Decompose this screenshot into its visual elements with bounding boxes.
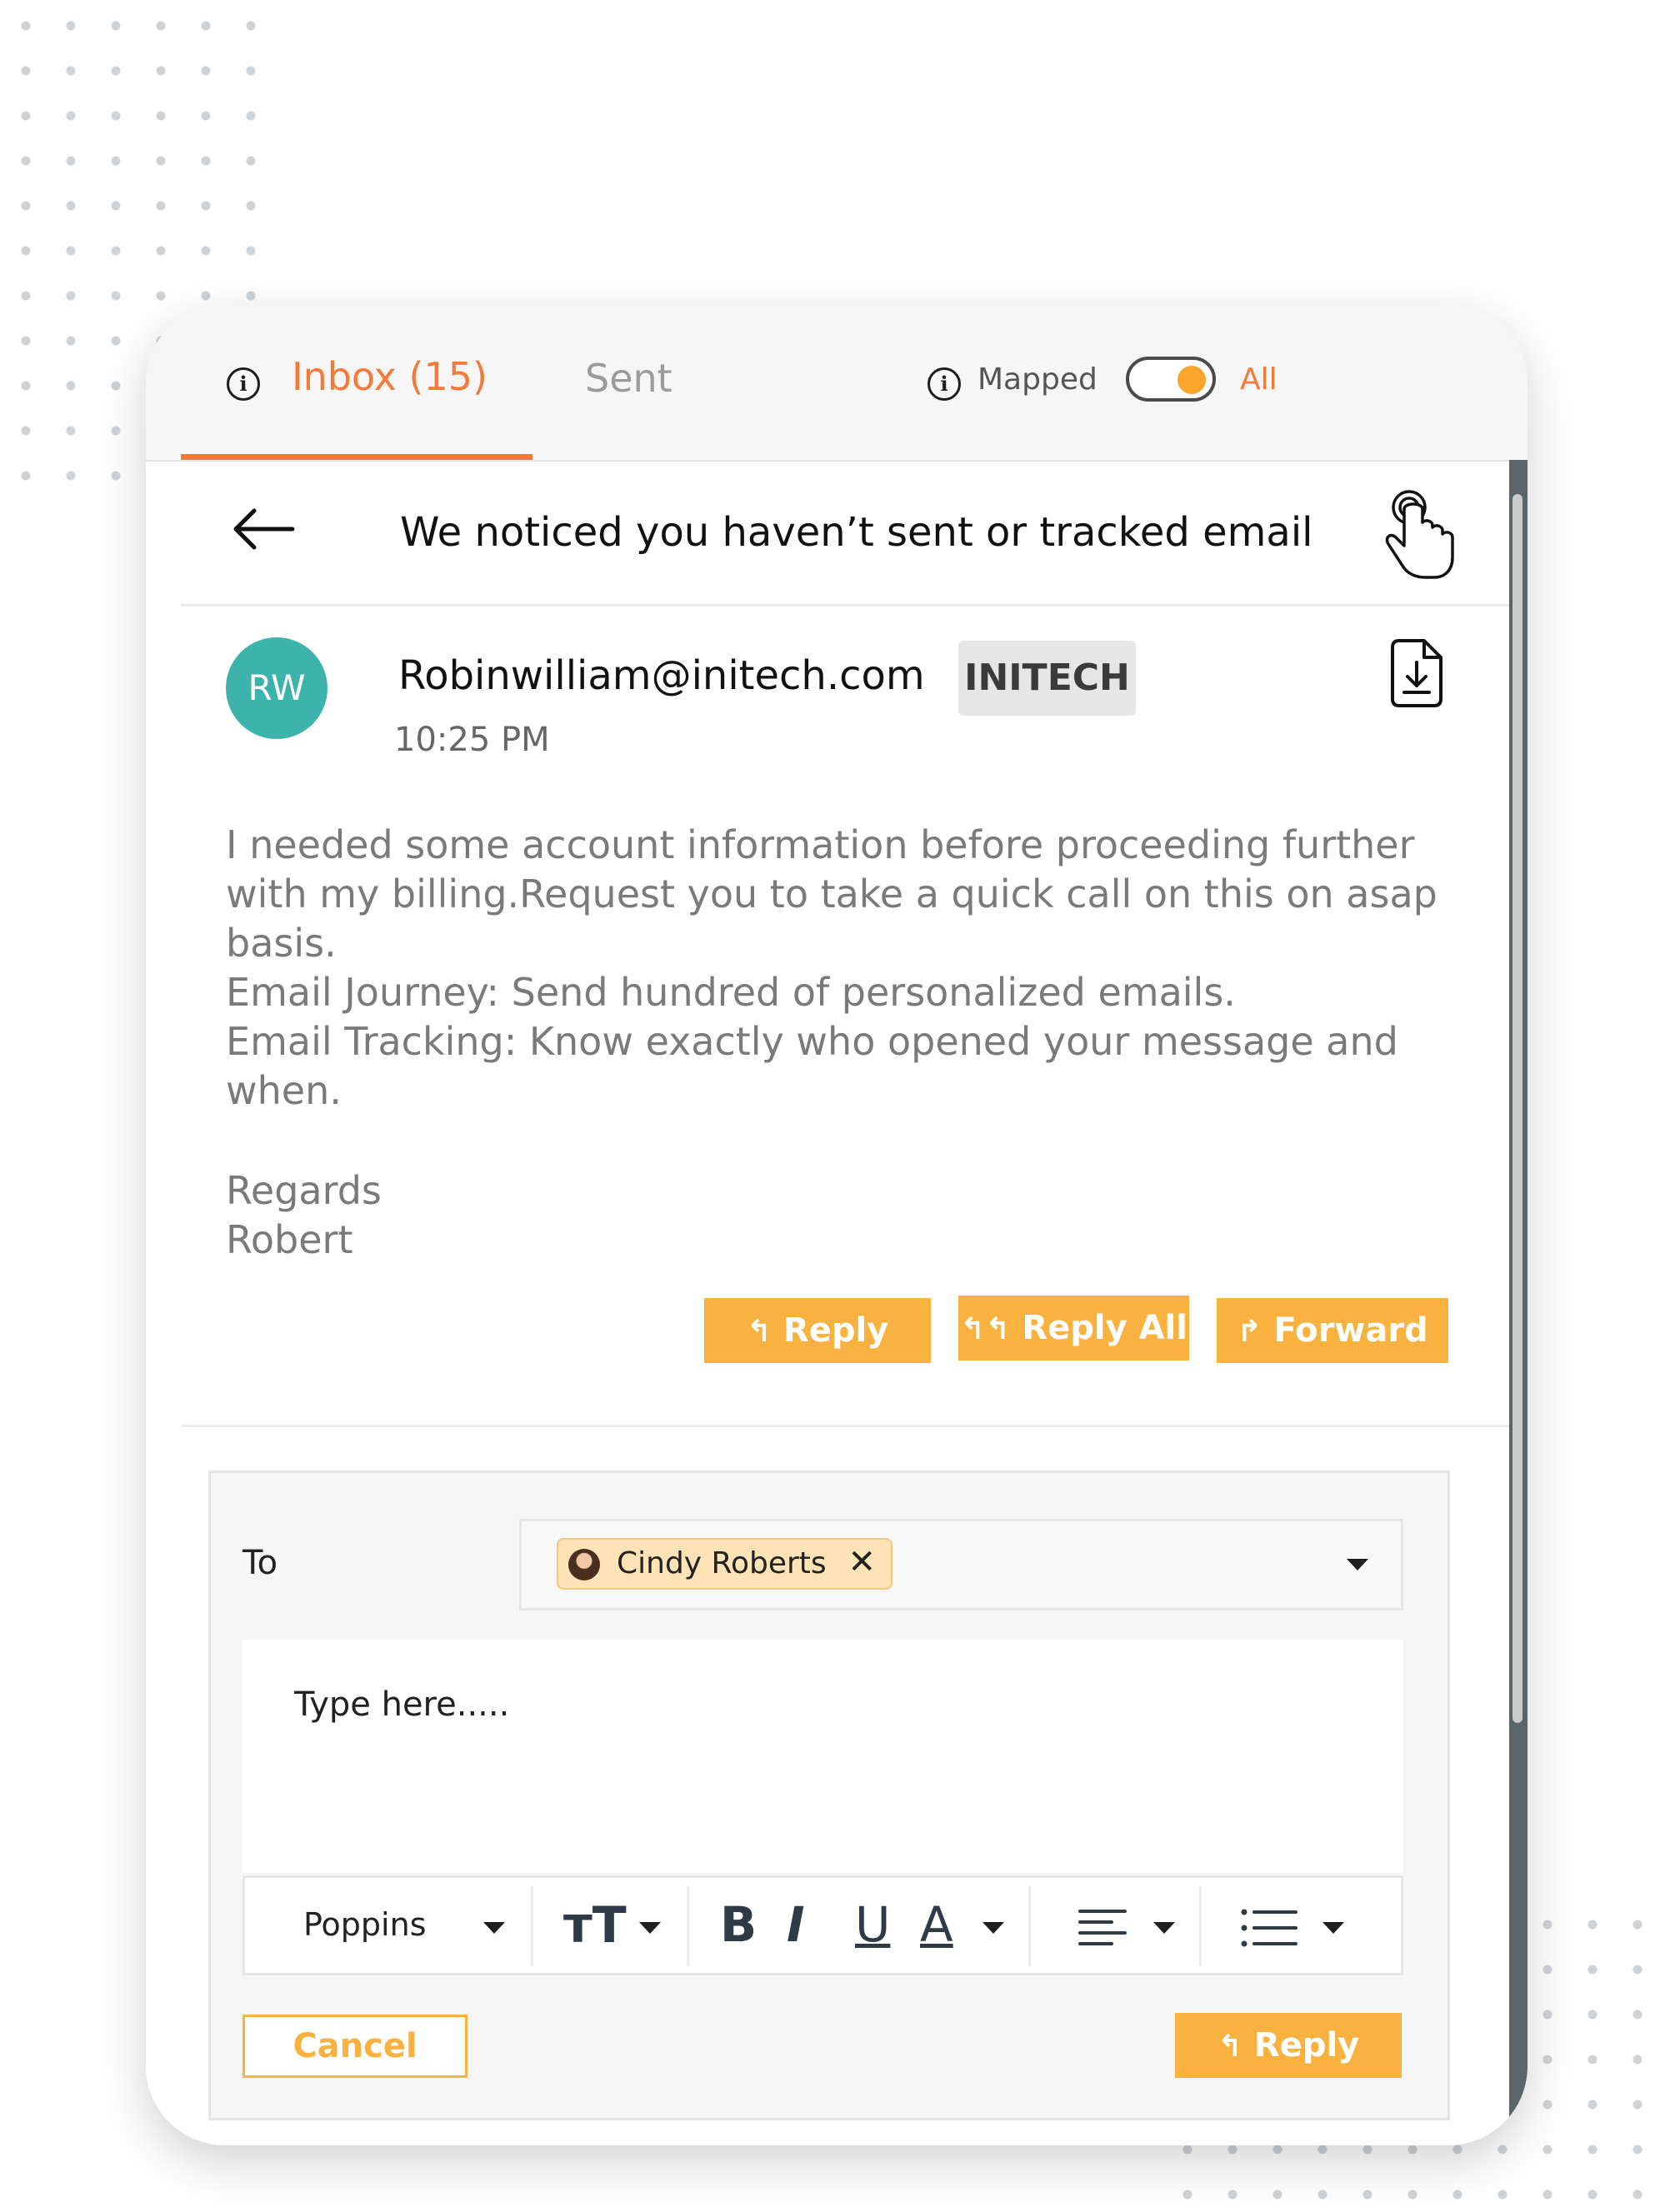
back-arrow-icon[interactable]	[229, 504, 296, 554]
tab-inbox[interactable]: Inbox (15)	[292, 354, 488, 399]
text-size-caret-icon[interactable]	[639, 1922, 661, 1934]
email-body-paragraph: Email Journey: Send hundred of personali…	[226, 970, 1236, 1015]
recipient-dropdown-caret-icon[interactable]	[1347, 1559, 1368, 1570]
align-left-icon[interactable]	[1078, 1908, 1127, 1948]
tab-sent[interactable]: Sent	[585, 356, 672, 401]
download-icon[interactable]	[1388, 637, 1446, 709]
send-reply-button[interactable]: ↰ Reply	[1175, 2013, 1402, 2078]
mapped-label: Mapped	[978, 362, 1098, 397]
scrollbar-thumb[interactable]	[1512, 494, 1522, 1723]
font-color-icon[interactable]: A	[920, 1896, 953, 1953]
recipient-field[interactable]: Cindy Roberts ✕	[519, 1519, 1403, 1610]
editor-placeholder: Type here.....	[294, 1685, 510, 1724]
recipient-chip: Cindy Roberts ✕	[557, 1538, 892, 1590]
forward-icon: ↱	[1237, 1315, 1262, 1349]
reply-button[interactable]: ↰ Reply	[704, 1298, 931, 1363]
active-tab-indicator	[181, 454, 532, 460]
tap-hand-icon	[1385, 490, 1454, 579]
reply-button-label: Reply	[782, 1311, 889, 1350]
email-time: 10:25 PM	[394, 721, 550, 759]
font-color-caret-icon[interactable]	[982, 1922, 1004, 1934]
formatting-toolbar: Poppins тT B I U A	[242, 1875, 1403, 1975]
tab-bar: i Inbox (15) Sent i Mapped All	[146, 304, 1528, 462]
recipient-name: Cindy Roberts	[617, 1546, 827, 1580]
reply-all-button-label: Reply All	[1022, 1309, 1188, 1347]
mapped-info-icon[interactable]: i	[928, 367, 961, 401]
email-body-paragraph: Email Tracking: Know exactly who opened …	[226, 1019, 1398, 1113]
to-label: To	[242, 1544, 278, 1582]
remove-recipient-icon[interactable]: ✕	[848, 1538, 876, 1586]
cancel-button[interactable]: Cancel	[242, 2015, 468, 2078]
forward-button[interactable]: ↱ Forward	[1217, 1298, 1448, 1363]
recipient-avatar	[568, 1549, 600, 1580]
email-body: I needed some account information before…	[226, 821, 1492, 1116]
bold-icon[interactable]: B	[720, 1896, 757, 1953]
sender-email[interactable]: Robinwilliam@initech.com	[398, 652, 925, 699]
forward-button-label: Forward	[1273, 1311, 1428, 1350]
italic-icon[interactable]: I	[787, 1896, 805, 1953]
mapped-all-toggle[interactable]	[1126, 357, 1216, 402]
reply-compose-panel: To Cindy Roberts ✕ Type here..... Poppin…	[208, 1471, 1450, 2120]
signature-name: Robert	[226, 1217, 353, 1262]
reply-all-button[interactable]: ↰↰ Reply All	[958, 1296, 1189, 1361]
toolbar-separator	[1199, 1886, 1202, 1966]
email-signature: Regards Robert	[226, 1166, 382, 1265]
send-reply-label: Reply	[1253, 2026, 1360, 2065]
toolbar-separator	[1028, 1886, 1031, 1966]
underline-icon[interactable]: U	[855, 1896, 890, 1953]
toolbar-separator	[687, 1886, 689, 1966]
closing-text: Regards	[226, 1168, 382, 1213]
company-badge: INITECH	[958, 641, 1136, 716]
inbox-info-icon[interactable]: i	[227, 367, 260, 401]
list-icon[interactable]	[1241, 1908, 1298, 1948]
font-family-select[interactable]: Poppins	[303, 1906, 427, 1943]
subject-divider	[181, 604, 1509, 607]
toolbar-separator	[531, 1886, 533, 1966]
email-subject: We noticed you haven’t sent or tracked e…	[400, 509, 1313, 556]
text-size-icon[interactable]: тT	[563, 1896, 627, 1955]
font-dropdown-caret-icon[interactable]	[483, 1922, 505, 1934]
message-editor[interactable]: Type here.....	[242, 1640, 1403, 1873]
email-body-paragraph: I needed some account information before…	[226, 822, 1438, 966]
list-caret-icon[interactable]	[1322, 1922, 1344, 1934]
body-divider	[181, 1425, 1509, 1427]
email-client-card: i Inbox (15) Sent i Mapped All We notice…	[146, 304, 1528, 2145]
toggle-knob	[1178, 366, 1206, 394]
reply-icon: ↰	[746, 1315, 772, 1349]
align-caret-icon[interactable]	[1153, 1922, 1175, 1934]
reply-icon: ↰	[1217, 2030, 1242, 2064]
all-label: All	[1240, 362, 1278, 397]
reply-all-icon: ↰↰	[960, 1312, 1011, 1346]
sender-avatar: RW	[226, 637, 328, 739]
